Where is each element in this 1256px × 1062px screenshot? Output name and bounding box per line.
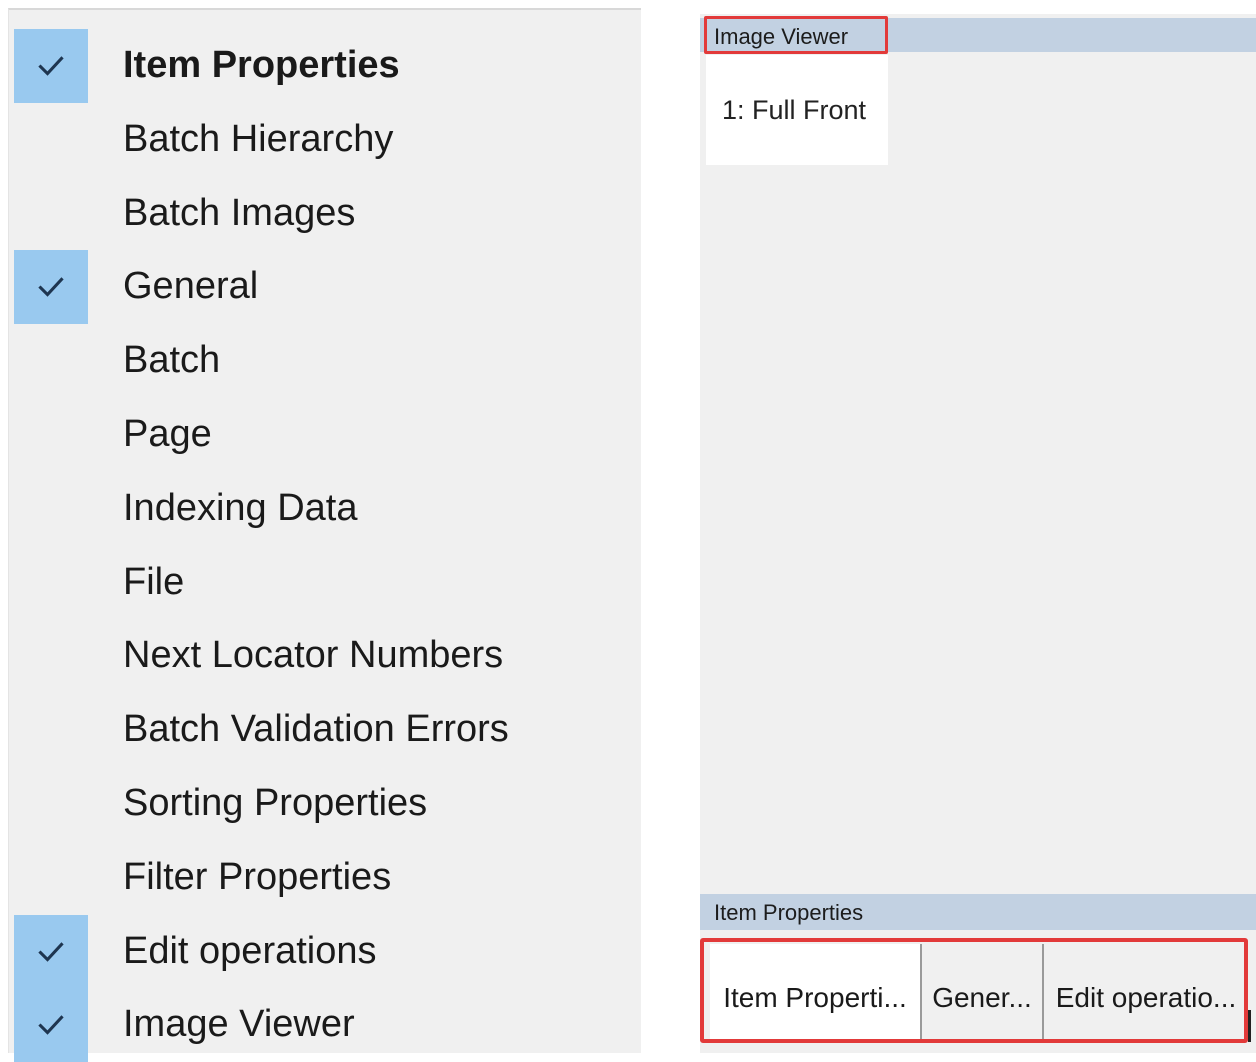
menu-item-label: Batch Images [123, 191, 356, 234]
checkmark-icon [14, 29, 88, 103]
menu-item-general[interactable]: General [9, 241, 639, 325]
menu-item-edit-operations[interactable]: Edit operations [9, 906, 639, 989]
menu-item-label: Next Locator Numbers [123, 634, 504, 677]
image-viewer-page-tab[interactable]: 1: Full Front [706, 55, 888, 165]
menu-item-batch-validation-errors[interactable]: Batch Validation Errors [9, 684, 639, 758]
menu-item-label: Page [123, 413, 212, 455]
menu-item-batch-images[interactable]: Batch Images [9, 168, 639, 242]
menu-item-filter-properties[interactable]: Filter Properties [9, 832, 639, 906]
menu-item-label: Sorting Properties [123, 782, 428, 824]
menu-item-label: Batch Validation Errors [123, 708, 509, 751]
image-viewer-page-label: 1: Full Front [722, 95, 867, 125]
context-menu: Item Properties Batch Hierarchy Batch Imag… [8, 8, 641, 1062]
menu-item-label: Edit operations [123, 929, 377, 972]
menu-item-batch[interactable]: Batch [9, 315, 639, 389]
image-viewer-title-highlight [704, 16, 888, 54]
menu-item-label: File [123, 560, 185, 603]
menu-item-indexing-data[interactable]: Indexing Data [9, 463, 639, 537]
menu-item-label: Batch [123, 339, 221, 382]
menu-item-label: Filter Properties [123, 855, 392, 898]
menu-item-label: Item Properties [123, 44, 400, 86]
menu-item-sorting-properties[interactable]: Sorting Properties [9, 758, 639, 832]
tab-edit-operations[interactable]: Edit operatio... [1044, 944, 1248, 1039]
item-properties-title-bar[interactable]: Item Properties [700, 894, 1256, 930]
menu-item-label: Indexing Data [123, 486, 358, 529]
checkmark-icon [14, 914, 88, 989]
menu-item-page[interactable]: Page [9, 389, 639, 463]
menu-item-label: Image Viewer [123, 1003, 355, 1046]
checkmark-icon [14, 988, 88, 1062]
menu-item-label: General [123, 265, 259, 308]
menu-item-label: Batch Hierarchy [123, 117, 394, 160]
tab-item-properties-label: Item Properti... [723, 982, 907, 1013]
item-properties-tab-strip: Item Properti... Gener... Edit operatio.… [700, 938, 1248, 1043]
menu-item-batch-hierarchy[interactable]: Batch Hierarchy [9, 94, 639, 168]
tab-item-properties[interactable]: Item Properti... [710, 944, 922, 1039]
menu-item-item-properties[interactable]: Item Properties [9, 20, 639, 103]
checkmark-icon [14, 250, 88, 325]
tab-edit-operations-label: Edit operatio... [1055, 982, 1237, 1013]
text-cursor-icon [1248, 1010, 1251, 1042]
menu-item-next-locator-numbers[interactable]: Next Locator Numbers [9, 610, 639, 684]
tab-general[interactable]: Gener... [922, 944, 1044, 1039]
menu-item-file[interactable]: File [9, 537, 639, 611]
docked-panels-area: Image Viewer 1: Full Front Item Properti… [700, 14, 1256, 1053]
item-properties-title: Item Properties [714, 900, 864, 925]
menu-item-image-viewer[interactable]: Image Viewer [9, 979, 639, 1062]
tab-general-label: Gener... [932, 982, 1032, 1013]
